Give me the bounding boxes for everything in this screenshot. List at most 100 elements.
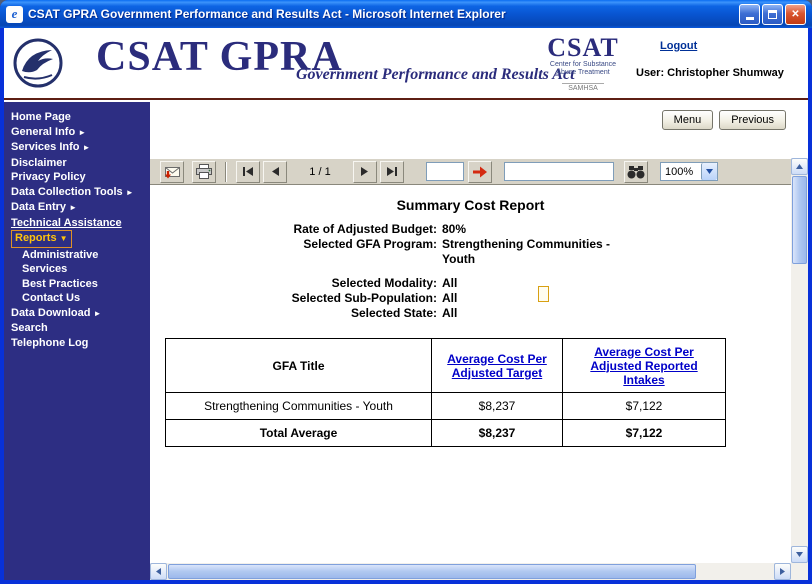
previous-page-icon [270, 167, 280, 176]
sidebar-item-label: Telephone Log [11, 337, 88, 349]
report-field-row: Selected State:All [150, 306, 791, 321]
field-label: Selected GFA Program: [150, 237, 437, 267]
sidebar-item-telephone-log[interactable]: Telephone Log [4, 336, 150, 351]
horizontal-scroll-track[interactable] [167, 563, 774, 580]
first-page-button[interactable] [236, 161, 260, 183]
sidebar-menu: Home Page General Info ►Services Info ►Di… [4, 102, 150, 580]
browser-window: e CSAT GPRA Government Performance and R… [0, 0, 812, 584]
sidebar-item-reports[interactable]: Reports ▼ [4, 230, 150, 248]
report-table-body: Strengthening Communities - Youth$8,237$… [166, 393, 726, 447]
app-body: Home Page General Info ►Services Info ►Di… [4, 102, 808, 580]
sidebar-item-best-practices[interactable]: Best Practices [4, 277, 150, 292]
csat-logo-subtitle-1: Center for Substance [541, 61, 625, 69]
scroll-down-icon [796, 552, 803, 557]
sidebar-item-contact-us[interactable]: Contact Us [4, 291, 150, 306]
sidebar-item-services-info[interactable]: Services Info ► [4, 140, 150, 156]
search-text-input[interactable] [504, 162, 614, 181]
sidebar-item-label: Data Download [11, 307, 90, 319]
table-cell: $8,237 [432, 420, 563, 447]
sidebar-item-disclaimer[interactable]: Disclaimer [4, 156, 150, 171]
next-page-button[interactable] [353, 161, 377, 183]
nav-buttons: Menu Previous [662, 110, 786, 130]
triangle-down-icon: ▼ [60, 234, 68, 243]
sidebar-item-privacy-policy[interactable]: Privacy Policy [4, 170, 150, 185]
report-table-header-row: GFA TitleAverage Cost Per Adjusted Targe… [166, 339, 726, 393]
sidebar-item-data-collection-tools[interactable]: Data Collection Tools ► [4, 185, 150, 201]
sidebar-item-label: Best Practices [22, 278, 98, 290]
maximize-button[interactable] [762, 4, 783, 25]
header-right: Logout User: Christopher Shumway [636, 36, 796, 79]
sidebar-item-data-entry[interactable]: Data Entry ► [4, 200, 150, 216]
internet-explorer-icon: e [6, 6, 23, 23]
scroll-left-button[interactable] [150, 563, 167, 580]
scroll-up-button[interactable] [791, 158, 808, 175]
previous-button[interactable]: Previous [719, 110, 786, 130]
placeholder-box-glyph [538, 286, 549, 302]
maximize-icon [768, 10, 777, 19]
field-label: Selected Sub-Population: [150, 291, 437, 306]
column-header-link[interactable]: Average Cost Per Adjusted Target [432, 339, 563, 393]
field-value: 80% [442, 222, 627, 237]
sidebar-item-label: Contact Us [22, 292, 80, 304]
print-button[interactable] [192, 161, 216, 183]
sidebar-item-home-page[interactable]: Home Page [4, 110, 150, 125]
zoom-select[interactable]: 100% [660, 162, 718, 181]
vertical-scrollbar[interactable] [791, 158, 808, 563]
sidebar-item-label: Services [22, 263, 67, 275]
csat-logo-subtitle-2: Abuse Treatment [541, 69, 625, 77]
horizontal-scrollbar[interactable] [150, 563, 791, 580]
export-button[interactable] [160, 161, 184, 183]
binoculars-icon [626, 165, 646, 179]
scroll-right-icon [780, 568, 785, 575]
table-cell: $7,122 [563, 420, 726, 447]
window-titlebar[interactable]: e CSAT GPRA Government Performance and R… [0, 0, 812, 28]
report-field-row: Selected GFA Program:Strengthening Commu… [150, 237, 791, 267]
column-header-link[interactable]: Average Cost Per Adjusted Reported Intak… [563, 339, 726, 393]
table-cell: $7,122 [563, 393, 726, 420]
page-body: CSAT GPRA Government Performance and Res… [4, 28, 808, 580]
active-item-outline: Reports ▼ [11, 230, 72, 248]
vertical-scroll-thumb[interactable] [792, 176, 807, 264]
content-area: Menu Previous [150, 102, 808, 580]
last-page-button[interactable] [380, 161, 404, 183]
toolbar-separator [225, 162, 227, 182]
find-button[interactable] [624, 161, 648, 183]
report-table: GFA TitleAverage Cost Per Adjusted Targe… [165, 338, 726, 447]
menu-button[interactable]: Menu [662, 110, 714, 130]
logout-link[interactable]: Logout [660, 40, 697, 52]
report-field-row: Selected Modality:All [150, 276, 791, 291]
brand-subtitle: Government Performance and Results Act [296, 66, 575, 84]
sidebar-item-label: Data Entry [11, 201, 66, 213]
zoom-value: 100% [661, 166, 701, 178]
goto-page-input[interactable] [426, 162, 464, 181]
horizontal-scroll-thumb[interactable] [168, 564, 696, 579]
export-icon [162, 164, 182, 180]
page-indicator: 1 / 1 [287, 166, 353, 178]
sidebar-item-administrative[interactable]: Administrative [4, 248, 150, 263]
report-viewer: 1 / 1 [150, 158, 808, 580]
sidebar-item-search[interactable]: Search [4, 321, 150, 336]
sidebar-item-label: Data Collection Tools [11, 186, 123, 198]
sidebar-item-services[interactable]: Services [4, 262, 150, 277]
sidebar-item-label: Technical Assistance [11, 217, 122, 229]
goto-page-button[interactable] [468, 161, 492, 183]
first-page-icon [242, 167, 254, 176]
go-arrow-icon [472, 166, 488, 178]
field-label: Selected Modality: [150, 276, 437, 291]
scroll-down-button[interactable] [791, 546, 808, 563]
sidebar-item-label: Search [11, 322, 48, 334]
triangle-right-icon: ► [94, 309, 102, 318]
sidebar-item-general-info[interactable]: General Info ► [4, 125, 150, 141]
sidebar-item-data-download[interactable]: Data Download ► [4, 306, 150, 322]
last-page-icon [386, 167, 398, 176]
user-label: User: Christopher Shumway [636, 67, 796, 79]
printer-icon [194, 164, 214, 180]
sidebar-item-label: Home Page [11, 111, 71, 123]
sidebar-item-technical-assistance[interactable]: Technical Assistance [4, 216, 150, 231]
minimize-button[interactable] [739, 4, 760, 25]
close-button[interactable]: ✕ [785, 4, 806, 25]
previous-page-button[interactable] [263, 161, 287, 183]
report-field-row: Rate of Adjusted Budget:80% [150, 222, 791, 237]
scroll-right-button[interactable] [774, 563, 791, 580]
csat-logo: CSAT Center for Substance Abuse Treatmen… [541, 35, 625, 95]
